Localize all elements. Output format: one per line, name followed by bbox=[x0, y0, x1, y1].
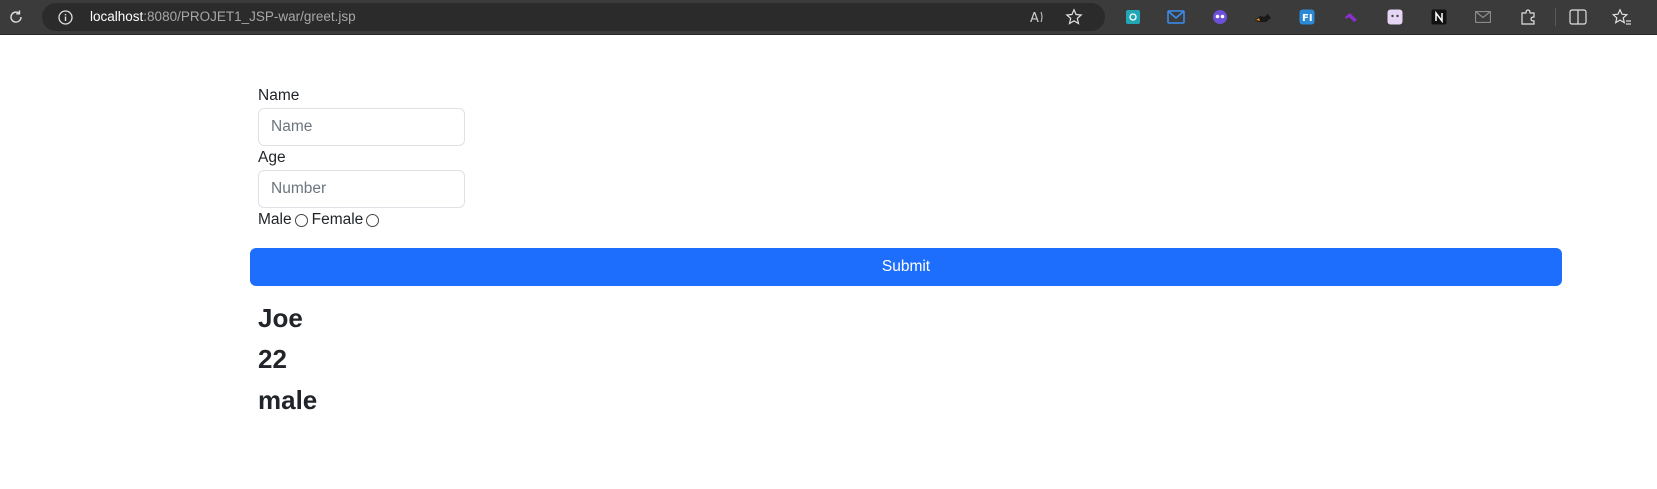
favorites-icon[interactable] bbox=[1612, 7, 1632, 27]
read-aloud-icon[interactable]: A bbox=[1028, 7, 1048, 27]
svg-text:A: A bbox=[1030, 11, 1039, 25]
puzzle-icon[interactable] bbox=[1518, 7, 1538, 27]
male-radio[interactable] bbox=[294, 213, 308, 227]
name-input[interactable] bbox=[258, 108, 465, 146]
male-label: Male bbox=[258, 211, 292, 228]
visualstudio-extension-icon[interactable] bbox=[1341, 7, 1361, 27]
ghost-extension-icon[interactable] bbox=[1210, 7, 1230, 27]
female-label: Female bbox=[311, 211, 364, 228]
reload-icon[interactable] bbox=[4, 5, 28, 29]
url-text[interactable]: localhost:8080/PROJET1_JSP-war/greet.jsp bbox=[90, 9, 356, 24]
female-radio[interactable] bbox=[366, 213, 380, 227]
result-age: 22 bbox=[258, 344, 287, 374]
age-label: Age bbox=[258, 149, 286, 166]
toolbar-separator bbox=[1555, 8, 1556, 26]
result-name: Joe bbox=[258, 303, 303, 333]
name-label: Name bbox=[258, 87, 300, 104]
browser-toolbar: localhost:8080/PROJET1_JSP-war/greet.jsp… bbox=[0, 0, 1657, 35]
fi-extension-icon[interactable]: FI bbox=[1297, 7, 1317, 27]
url-host: localhost bbox=[90, 9, 144, 24]
info-icon[interactable] bbox=[58, 10, 73, 25]
svg-text:FI: FI bbox=[1302, 13, 1313, 24]
address-bar[interactable]: localhost:8080/PROJET1_JSP-war/greet.jsp… bbox=[42, 3, 1105, 31]
url-path: :8080/PROJET1_JSP-war/greet.jsp bbox=[143, 9, 356, 24]
submit-button[interactable]: Submit bbox=[250, 248, 1562, 286]
n-extension-icon[interactable] bbox=[1429, 7, 1449, 27]
fox-extension-icon[interactable] bbox=[1253, 7, 1273, 27]
gender-radio-group: Male Female bbox=[258, 211, 383, 229]
extension-teal-icon[interactable] bbox=[1123, 7, 1143, 27]
result-gender: male bbox=[258, 385, 318, 415]
split-screen-icon[interactable] bbox=[1568, 7, 1588, 27]
star-icon[interactable] bbox=[1064, 7, 1084, 27]
mail-icon[interactable] bbox=[1166, 7, 1186, 27]
age-input[interactable] bbox=[258, 170, 465, 208]
cat-extension-icon[interactable] bbox=[1385, 7, 1405, 27]
envelope-extension-icon[interactable] bbox=[1473, 7, 1493, 27]
